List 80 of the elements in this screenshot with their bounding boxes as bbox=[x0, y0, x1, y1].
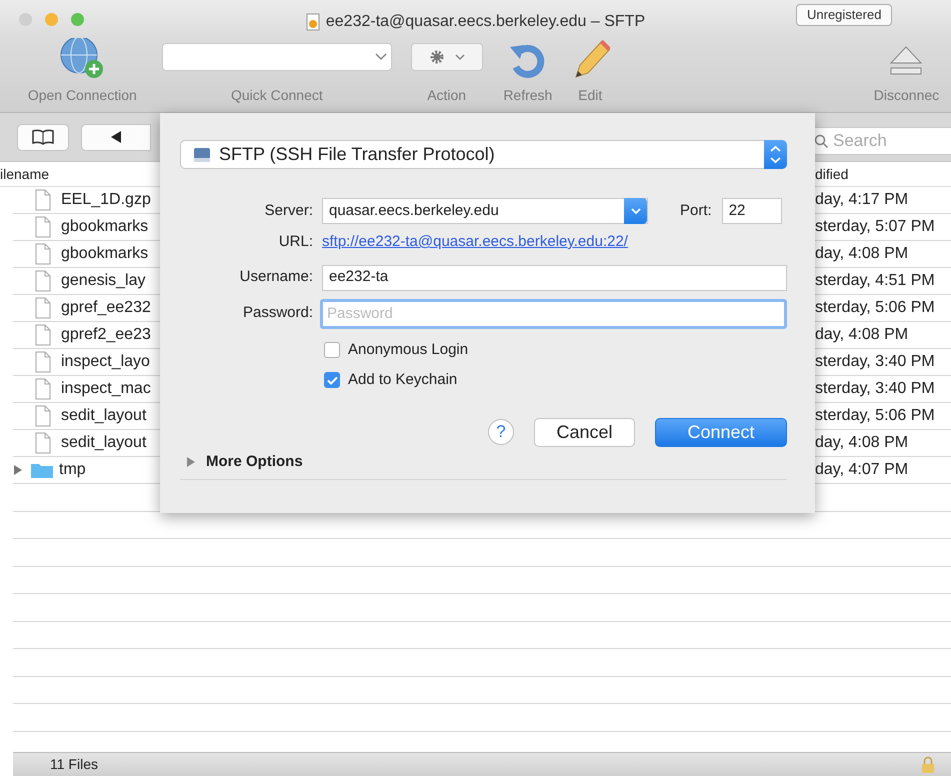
checkmark-icon bbox=[326, 376, 338, 385]
back-arrow-icon bbox=[110, 130, 122, 144]
modified-date: day, 4:08 PM bbox=[815, 433, 910, 453]
url-link[interactable]: sftp://ee232-ta@quasar.eecs.berkeley.edu:22/ bbox=[322, 231, 628, 254]
more-options-label[interactable]: More Options bbox=[206, 450, 303, 473]
file-icon bbox=[35, 432, 51, 454]
file-name: gbookmarks bbox=[61, 217, 148, 237]
checkbox-label: Add to Keychain bbox=[348, 370, 458, 390]
file-icon bbox=[35, 351, 51, 373]
file-icon bbox=[35, 324, 51, 346]
checkbox-label: Anonymous Login bbox=[348, 340, 468, 360]
protocol-select[interactable]: SFTP (SSH File Transfer Protocol) bbox=[180, 140, 787, 169]
file-icon bbox=[35, 216, 51, 238]
lock-icon bbox=[921, 756, 935, 774]
server-field[interactable]: quasar.eecs.berkeley.edu bbox=[322, 198, 648, 224]
field-label: URL: bbox=[278, 232, 313, 252]
book-icon bbox=[31, 129, 55, 145]
username-field[interactable]: ee232-ta bbox=[322, 264, 787, 290]
document-icon bbox=[306, 13, 320, 31]
disclosure-triangle-icon[interactable] bbox=[13, 464, 23, 476]
help-button[interactable]: ? bbox=[488, 419, 514, 445]
file-name: gpref2_ee23 bbox=[61, 325, 151, 345]
field-label: Username: bbox=[238, 267, 313, 288]
file-name: tmp bbox=[59, 460, 86, 480]
modified-date: sterday, 3:40 PM bbox=[815, 379, 936, 399]
column-header[interactable]: dified bbox=[815, 164, 951, 184]
field-label: Server: bbox=[264, 200, 313, 221]
unregistered-button[interactable]: Unregistered bbox=[796, 4, 892, 26]
file-icon bbox=[35, 189, 51, 211]
column-header[interactable]: ilename bbox=[0, 164, 50, 184]
chevron-down-icon[interactable] bbox=[630, 207, 640, 215]
modified-date: day, 4:08 PM bbox=[815, 325, 910, 345]
file-name: EEL_1D.gzp bbox=[61, 190, 151, 210]
file-name: genesis_lay bbox=[61, 271, 146, 291]
file-icon bbox=[35, 243, 51, 265]
gear-icon bbox=[428, 49, 445, 65]
window-title: ee232-ta@quasar.eecs.berkeley.edu – SFTP bbox=[326, 12, 646, 32]
toolbar-label: Action bbox=[427, 86, 466, 105]
file-name: inspect_layo bbox=[61, 352, 150, 372]
checkbox[interactable] bbox=[324, 372, 340, 388]
action-button[interactable] bbox=[410, 43, 483, 71]
file-name: gpref_ee232 bbox=[61, 298, 151, 318]
port-field[interactable]: 22 bbox=[722, 198, 782, 224]
file-name: inspect_mac bbox=[61, 379, 151, 399]
file-icon bbox=[35, 378, 51, 400]
toolbar-button-label: Edit bbox=[578, 86, 602, 105]
quick-connect-field[interactable] bbox=[162, 43, 392, 71]
modified-date: sterday, 5:06 PM bbox=[815, 298, 936, 318]
disclosure-triangle-icon[interactable] bbox=[186, 456, 196, 468]
modified-date: sterday, 4:51 PM bbox=[815, 271, 936, 291]
modified-date: day, 4:07 PM bbox=[815, 460, 910, 480]
modified-date: sterday, 5:07 PM bbox=[815, 217, 936, 237]
file-count: 11 Files bbox=[50, 755, 98, 774]
file-name: sedit_layout bbox=[61, 406, 146, 426]
back-button[interactable] bbox=[81, 124, 151, 150]
search-placeholder: Search bbox=[833, 130, 887, 152]
search-icon bbox=[814, 134, 828, 148]
drive-icon bbox=[193, 146, 211, 164]
chevron-down-icon bbox=[454, 53, 465, 61]
file-icon bbox=[35, 297, 51, 319]
toolbar-button-label: Open Connection bbox=[28, 86, 137, 105]
modified-date: sterday, 3:40 PM bbox=[815, 352, 936, 372]
modified-date: sterday, 5:06 PM bbox=[815, 406, 936, 426]
folder-icon bbox=[31, 462, 53, 478]
zoom-button[interactable] bbox=[71, 12, 84, 26]
toolbar-button-label: Refresh bbox=[503, 86, 552, 105]
toolbar-button-label: Disconnec bbox=[874, 86, 940, 105]
file-icon bbox=[35, 270, 51, 292]
bookmarks-button[interactable] bbox=[17, 124, 69, 150]
field-label: Password: bbox=[242, 303, 313, 324]
modified-date: day, 4:08 PM bbox=[815, 244, 910, 264]
password-field[interactable]: Password bbox=[320, 298, 787, 328]
field-label: Port: bbox=[680, 200, 712, 221]
file-icon bbox=[35, 405, 51, 427]
file-name: gbookmarks bbox=[61, 244, 148, 264]
file-name: sedit_layout bbox=[61, 433, 146, 453]
modified-date: day, 4:17 PM bbox=[815, 190, 910, 210]
toolbar-label: Quick Connect bbox=[230, 86, 323, 105]
checkbox[interactable] bbox=[324, 342, 340, 358]
cancel-button[interactable]: Cancel bbox=[534, 418, 635, 446]
